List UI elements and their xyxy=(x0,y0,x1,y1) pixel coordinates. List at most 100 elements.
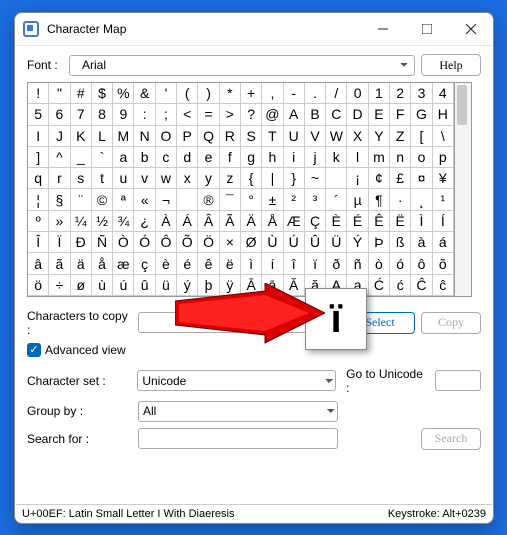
grid-cell[interactable]: 0 xyxy=(347,83,368,104)
grid-cell[interactable]: Q xyxy=(198,126,219,147)
character-set-select[interactable]: Unicode xyxy=(137,370,336,391)
maximize-button[interactable] xyxy=(405,13,449,45)
grid-cell[interactable]: y xyxy=(198,168,219,189)
grid-cell[interactable]: ½ xyxy=(92,211,113,232)
grid-cell[interactable]: Æ xyxy=(284,211,305,232)
grid-cell[interactable]: $ xyxy=(92,83,113,104)
grid-cell[interactable]: ] xyxy=(28,147,49,168)
grid-cell[interactable]: W xyxy=(326,126,347,147)
grid-cell[interactable]: é xyxy=(177,253,198,274)
grid-cell[interactable]: þ xyxy=(198,275,219,296)
grid-cell[interactable]: Á xyxy=(177,211,198,232)
grid-cell[interactable]: Ï xyxy=(49,232,70,253)
grid-cell[interactable]: [ xyxy=(411,126,432,147)
grid-cell[interactable]: } xyxy=(284,168,305,189)
grid-cell[interactable]: L xyxy=(92,126,113,147)
grid-cell[interactable]: 5 xyxy=(28,104,49,125)
grid-cell[interactable]: × xyxy=(220,232,241,253)
advanced-view-checkbox[interactable]: ✓ Advanced view xyxy=(27,343,481,357)
grid-cell[interactable]: æ xyxy=(113,253,134,274)
grid-cell[interactable]: { xyxy=(241,168,262,189)
grid-cell[interactable]: ì xyxy=(241,253,262,274)
grid-cell[interactable]: 3 xyxy=(411,83,432,104)
grid-cell[interactable]: ¡ xyxy=(347,168,368,189)
grid-cell[interactable]: _ xyxy=(71,147,92,168)
grid-cell[interactable]: n xyxy=(390,147,411,168)
grid-cell[interactable]: £ xyxy=(390,168,411,189)
grid-cell[interactable]: x xyxy=(177,168,198,189)
scrollbar-thumb[interactable] xyxy=(457,85,467,125)
grid-cell[interactable]: 4 xyxy=(433,83,454,104)
grid-cell[interactable]: S xyxy=(241,126,262,147)
grid-cell[interactable]: Î xyxy=(28,232,49,253)
grid-cell[interactable]: H xyxy=(433,104,454,125)
grid-cell[interactable]: ¿ xyxy=(134,211,155,232)
grid-cell[interactable]: ' xyxy=(156,83,177,104)
grid-cell[interactable]: Ä xyxy=(241,211,262,232)
grid-cell[interactable]: ¯ xyxy=(220,189,241,210)
grid-cell[interactable]: ® xyxy=(198,189,219,210)
grid-cell[interactable]: Ü xyxy=(326,232,347,253)
grid-cell[interactable]: ) xyxy=(198,83,219,104)
help-button[interactable]: Help xyxy=(421,54,481,76)
grid-cell[interactable]: ñ xyxy=(347,253,368,274)
grid-cell[interactable]: ç xyxy=(134,253,155,274)
grid-cell[interactable]: R xyxy=(220,126,241,147)
grid-cell[interactable]: Ê xyxy=(369,211,390,232)
grid-cell[interactable]: D xyxy=(347,104,368,125)
grid-cell[interactable]: : xyxy=(134,104,155,125)
grid-cell[interactable]: Ñ xyxy=(92,232,113,253)
grid-cell[interactable]: á xyxy=(433,232,454,253)
goto-unicode-input[interactable] xyxy=(435,370,481,391)
grid-cell[interactable]: Õ xyxy=(177,232,198,253)
grid-cell[interactable]: è xyxy=(156,253,177,274)
search-for-input[interactable] xyxy=(138,428,338,449)
grid-cell[interactable]: Ò xyxy=(113,232,134,253)
grid-cell[interactable]: Þ xyxy=(369,232,390,253)
grid-cell[interactable]: T xyxy=(262,126,283,147)
grid-cell[interactable]: § xyxy=(49,189,70,210)
grid-cell[interactable]: v xyxy=(134,168,155,189)
grid-cell[interactable]: + xyxy=(241,83,262,104)
grid-cell[interactable]: l xyxy=(347,147,368,168)
grid-cell[interactable]: Ì xyxy=(411,211,432,232)
grid-cell[interactable]: r xyxy=(49,168,70,189)
grid-cell[interactable]: Ā xyxy=(241,275,262,296)
grid-cell[interactable]: X xyxy=(347,126,368,147)
grid-cell[interactable]: » xyxy=(49,211,70,232)
grid-cell[interactable]: 8 xyxy=(92,104,113,125)
grid-cell[interactable]: h xyxy=(262,147,283,168)
grid-cell[interactable]: 9 xyxy=(113,104,134,125)
grid-cell[interactable]: J xyxy=(49,126,70,147)
grid-cell[interactable]: ÷ xyxy=(49,275,70,296)
grid-cell[interactable]: / xyxy=(326,83,347,104)
grid-cell[interactable]: Û xyxy=(305,232,326,253)
grid-cell[interactable]: z xyxy=(220,168,241,189)
grid-cell[interactable]: f xyxy=(220,147,241,168)
grid-cell[interactable]: î xyxy=(284,253,305,274)
grid-cell[interactable]: p xyxy=(433,147,454,168)
grid-cell[interactable]: À xyxy=(156,211,177,232)
grid-cell[interactable]: Ð xyxy=(71,232,92,253)
grid-cell[interactable]: F xyxy=(390,104,411,125)
grid-cell[interactable]: ú xyxy=(113,275,134,296)
grid-cell[interactable]: m xyxy=(369,147,390,168)
grid-cell[interactable]: \ xyxy=(433,126,454,147)
grid-cell[interactable]: Ø xyxy=(241,232,262,253)
grid-cell[interactable]: ¼ xyxy=(71,211,92,232)
grid-cell[interactable] xyxy=(177,189,198,210)
grid-cell[interactable]: ¸ xyxy=(411,189,432,210)
grid-cell[interactable]: Ç xyxy=(305,211,326,232)
grid-cell[interactable]: 2 xyxy=(390,83,411,104)
grid-cell[interactable]: · xyxy=(390,189,411,210)
grid-cell[interactable]: û xyxy=(134,275,155,296)
grid-cell[interactable]: 7 xyxy=(71,104,92,125)
grid-cell[interactable]: s xyxy=(71,168,92,189)
grid-cell[interactable]: # xyxy=(71,83,92,104)
grid-cell[interactable]: ¦ xyxy=(28,189,49,210)
grid-cell[interactable]: ã xyxy=(49,253,70,274)
grid-cell[interactable]: ` xyxy=(92,147,113,168)
grid-cell[interactable]: ¶ xyxy=(369,189,390,210)
grid-cell[interactable]: Ô xyxy=(156,232,177,253)
grid-cell[interactable]: 1 xyxy=(369,83,390,104)
